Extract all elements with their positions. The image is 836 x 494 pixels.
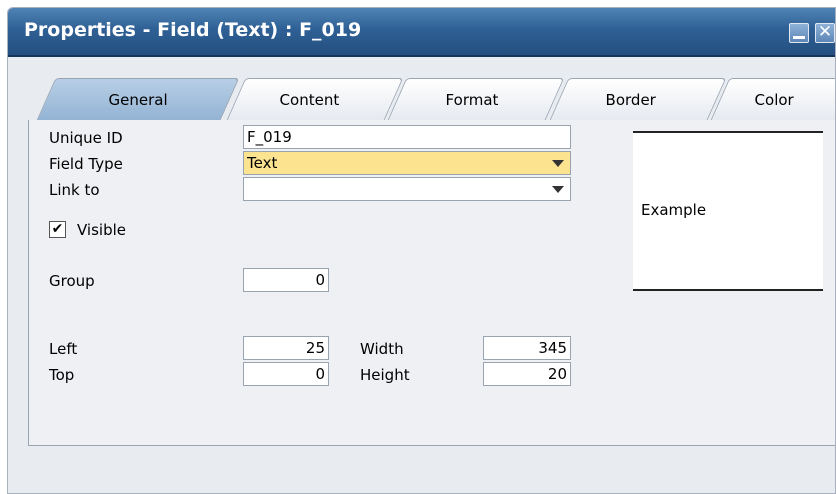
group-field[interactable]: 0 [243,268,329,292]
link-to-dropdown[interactable] [243,177,571,201]
example-preview: Example [633,131,823,291]
unique-id-field[interactable]: F_019 [243,125,571,149]
example-text: Example [641,201,707,219]
tab-color-label: Color [754,91,794,109]
top-label: Top [49,366,75,384]
tab-color[interactable]: Color [710,78,835,120]
width-field[interactable]: 345 [483,336,571,360]
field-type-value: Text [247,154,278,172]
link-to-label: Link to [49,181,100,199]
height-label: Height [360,366,410,384]
chevron-down-icon[interactable] [552,186,564,193]
tab-format-label: Format [445,91,499,109]
minimize-icon[interactable] [789,23,809,43]
tab-border[interactable]: Border [549,78,727,120]
field-type-dropdown[interactable]: Text [243,151,571,175]
visible-checkbox[interactable]: ✔ [49,221,66,238]
chevron-down-icon[interactable] [552,160,564,167]
window-title: Properties - Field (Text) : F_019 [24,19,362,41]
tab-strip: General Content Format Border Color [26,78,835,120]
unique-id-label: Unique ID [49,129,123,147]
height-field[interactable]: 20 [483,362,571,386]
tab-border-label: Border [605,91,656,109]
properties-dialog: Properties - Field (Text) : F_019 ✕ Gene… [7,7,836,494]
tab-content[interactable]: Content [226,78,404,120]
top-field[interactable]: 0 [243,362,329,386]
left-label: Left [49,340,78,358]
tab-general-label: General [108,91,168,109]
tab-format[interactable]: Format [387,78,565,120]
width-label: Width [360,340,404,358]
left-field[interactable]: 25 [243,336,329,360]
general-panel: Unique ID F_019 Field Type Text Link to … [28,120,835,446]
group-label: Group [49,272,95,290]
title-bar[interactable]: Properties - Field (Text) : F_019 ✕ [8,8,835,57]
tab-content-label: Content [279,91,340,109]
close-icon[interactable]: ✕ [815,23,835,43]
visible-label: Visible [77,221,126,239]
tab-general[interactable]: General [36,78,240,120]
field-type-label: Field Type [49,155,123,173]
